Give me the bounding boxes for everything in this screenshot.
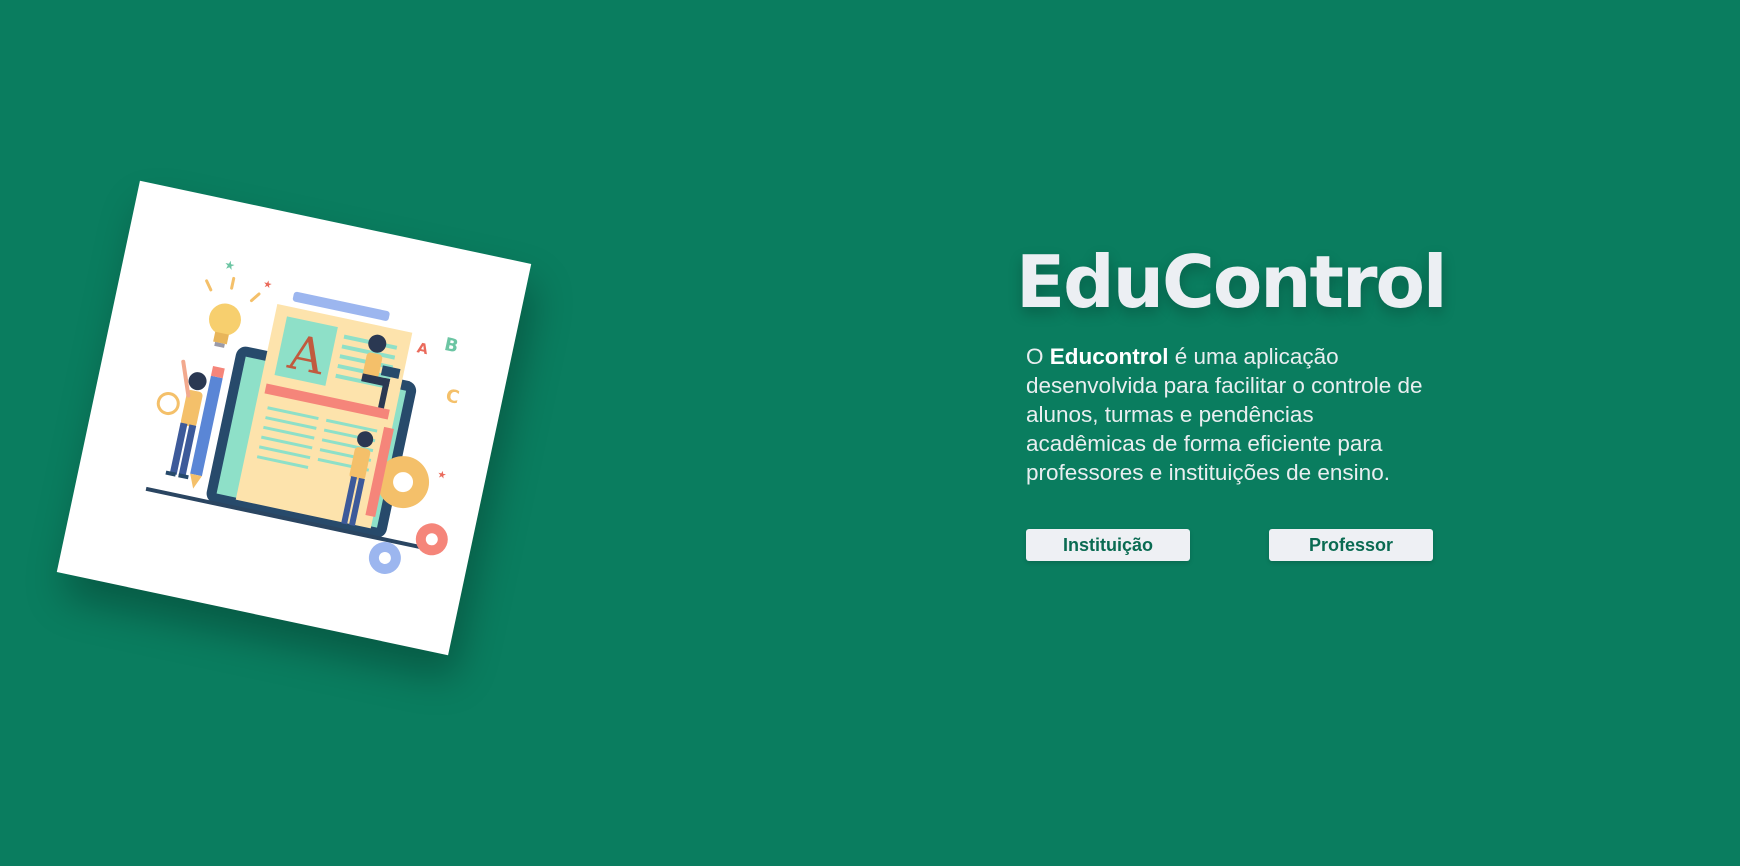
floating-letters: A B C: [416, 334, 462, 409]
letter-b-float: B: [442, 334, 460, 357]
svg-text:★: ★: [262, 279, 273, 292]
letter-a-float: A: [416, 340, 430, 358]
teacher-button[interactable]: Professor: [1269, 529, 1433, 561]
hero-section: EduControl O Educontrol é uma aplicação …: [1016, 240, 1448, 487]
description-prefix: O: [1026, 344, 1050, 369]
description-brand-highlight: Educontrol: [1049, 344, 1169, 369]
letter-c-float: C: [444, 385, 461, 408]
app-title: EduControl: [1016, 240, 1448, 324]
clock-icon: [156, 392, 180, 416]
app-description: O Educontrol é uma aplicação desenvolvid…: [1026, 342, 1426, 487]
education-illustration: ★ ★ ★ A B C A: [145, 257, 462, 574]
illustration-card: ★ ★ ★ A B C A: [56, 180, 532, 656]
lightbulb-icon: [208, 303, 241, 348]
institution-button[interactable]: Instituição: [1026, 529, 1190, 561]
svg-text:★: ★: [436, 469, 447, 482]
role-selection: Instituição Professor: [1026, 529, 1434, 561]
svg-text:★: ★: [223, 257, 236, 273]
